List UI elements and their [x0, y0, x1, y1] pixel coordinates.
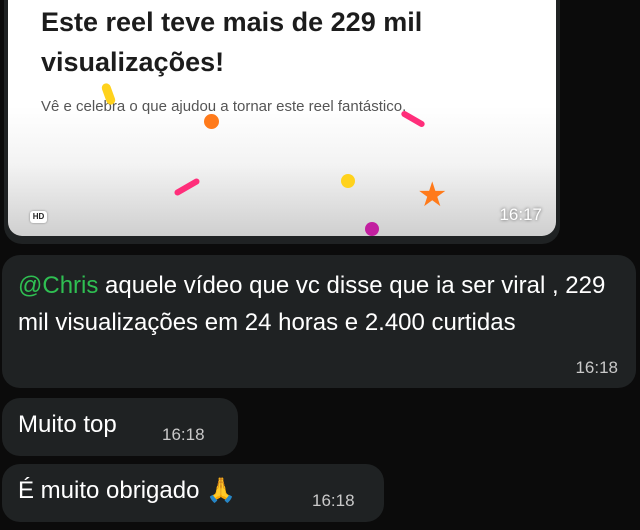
message-body: aquele vídeo que vc disse que ia ser vir…: [18, 272, 606, 336]
confetti-star-icon: ★: [417, 176, 448, 214]
message-bubble[interactable]: Muito top 16:18: [2, 398, 238, 456]
hd-badge: HD: [30, 211, 47, 223]
reel-title: Este reel teve mais de 229 mil visualiza…: [41, 7, 423, 77]
message-text: Muito top: [18, 411, 117, 438]
confetti-pink-streak: [173, 177, 201, 197]
reel-subtitle: Vê e celebra o que ajudou a tornar este …: [41, 98, 407, 115]
reel-timestamp: 16:17: [499, 205, 542, 224]
confetti-orange-dot: [204, 114, 219, 129]
confetti-pink-streak: [400, 109, 426, 129]
message-timestamp: 16:18: [162, 425, 205, 444]
message-text: @Chris aquele vídeo que vc disse que ia …: [18, 267, 618, 341]
confetti-magenta-dot: [365, 222, 379, 236]
reel-preview-card[interactable]: Este reel teve mais de 229 mil visualiza…: [8, 0, 556, 236]
confetti-yellow-dot: [341, 174, 355, 188]
message-text: É muito obrigado 🙏: [18, 477, 236, 504]
message-timestamp: 16:18: [312, 491, 355, 510]
message-timestamp: 16:18: [575, 358, 618, 377]
message-bubble[interactable]: @Chris aquele vídeo que vc disse que ia …: [2, 255, 636, 388]
shared-reel-bubble[interactable]: Este reel teve mais de 229 mil visualiza…: [4, 0, 560, 244]
message-bubble[interactable]: É muito obrigado 🙏 16:18: [2, 464, 384, 522]
mention-link[interactable]: @Chris: [18, 272, 98, 299]
